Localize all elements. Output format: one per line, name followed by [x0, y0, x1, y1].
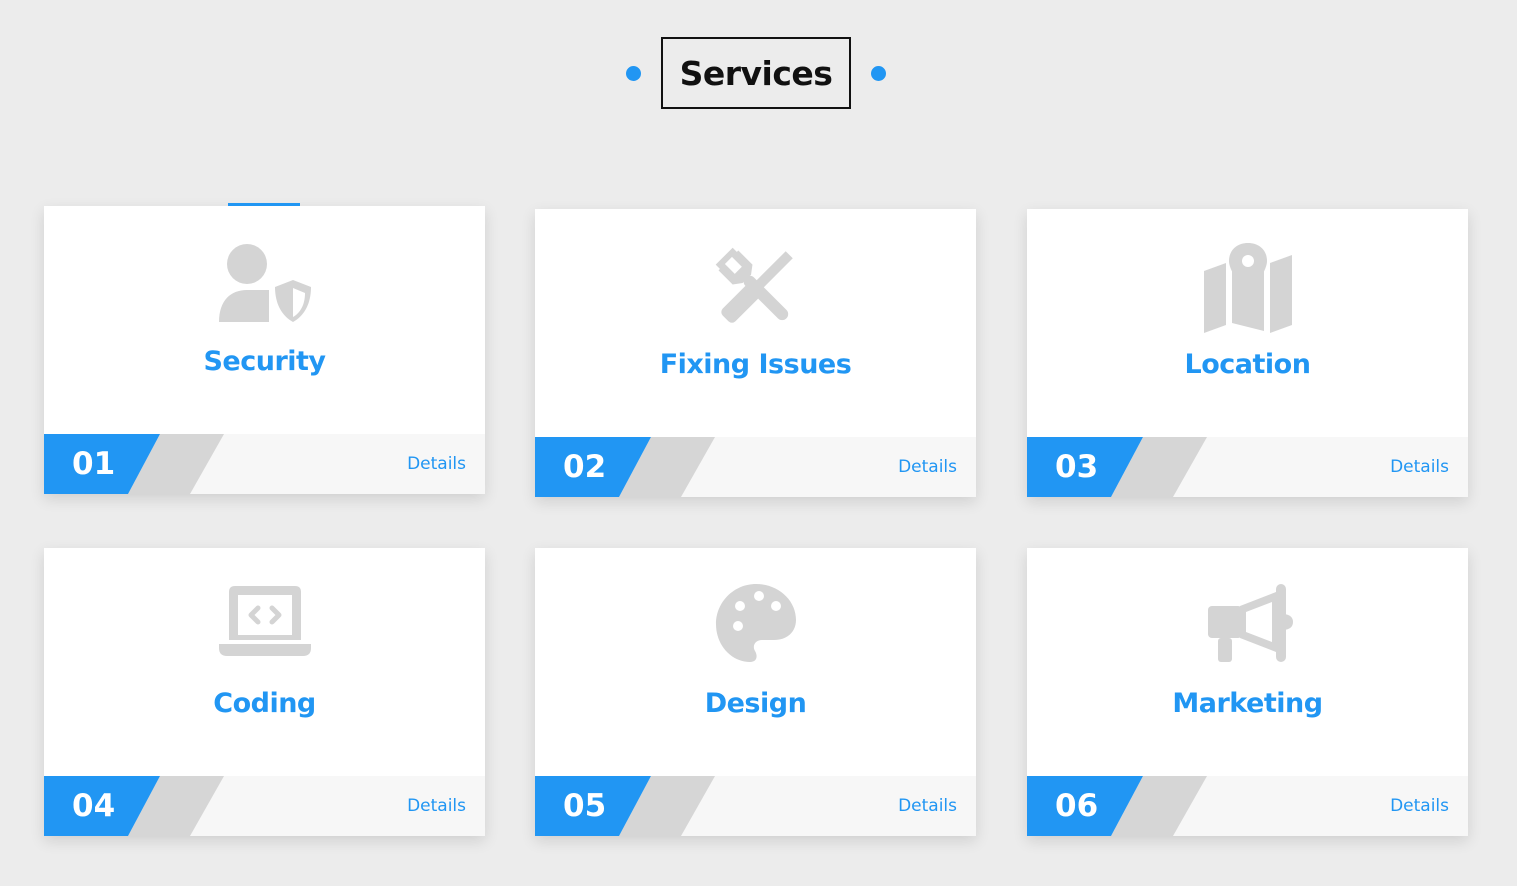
service-number: 01	[72, 446, 116, 482]
service-title: Marketing	[1172, 688, 1323, 719]
tools-icon	[715, 247, 793, 323]
details-link[interactable]: Details	[898, 437, 957, 497]
service-number: 02	[563, 449, 607, 485]
details-link[interactable]: Details	[407, 776, 466, 836]
service-card-marketing[interactable]: Marketing 06 Details	[1027, 548, 1468, 836]
card-footer: 03 Details	[1027, 437, 1468, 497]
palette-icon	[715, 584, 796, 662]
user-shield-icon	[218, 244, 315, 326]
service-number: 04	[72, 788, 116, 824]
details-link[interactable]: Details	[407, 434, 466, 494]
megaphone-icon	[1207, 584, 1293, 662]
card-footer: 02 Details	[535, 437, 976, 497]
card-footer: 05 Details	[535, 776, 976, 836]
service-title: Coding	[213, 688, 316, 719]
section-title: Services	[661, 37, 851, 109]
service-title: Design	[704, 688, 807, 719]
header-dot-right	[871, 66, 886, 81]
service-card-design[interactable]: Design 05 Details	[535, 548, 976, 836]
service-card-fixing-issues[interactable]: Fixing Issues 02 Details	[535, 209, 976, 497]
header-dot-left	[626, 66, 641, 81]
service-title: Security	[203, 346, 326, 377]
card-active-indicator	[228, 203, 300, 206]
service-card-coding[interactable]: Coding 04 Details	[44, 548, 485, 836]
card-footer: 04 Details	[44, 776, 485, 836]
details-link[interactable]: Details	[1390, 437, 1449, 497]
service-card-security[interactable]: Security 01 Details	[44, 203, 485, 494]
card-footer: 01 Details	[44, 434, 485, 494]
card-footer: 06 Details	[1027, 776, 1468, 836]
service-number: 06	[1055, 788, 1099, 824]
service-title: Location	[1184, 349, 1311, 380]
service-card-location[interactable]: Location 03 Details	[1027, 209, 1468, 497]
map-location-icon	[1203, 243, 1292, 333]
laptop-code-icon	[218, 586, 311, 656]
service-number: 05	[563, 788, 607, 824]
details-link[interactable]: Details	[1390, 776, 1449, 836]
service-title: Fixing Issues	[659, 349, 852, 380]
section-header: Services	[0, 37, 1517, 109]
details-link[interactable]: Details	[898, 776, 957, 836]
service-number: 03	[1055, 449, 1099, 485]
